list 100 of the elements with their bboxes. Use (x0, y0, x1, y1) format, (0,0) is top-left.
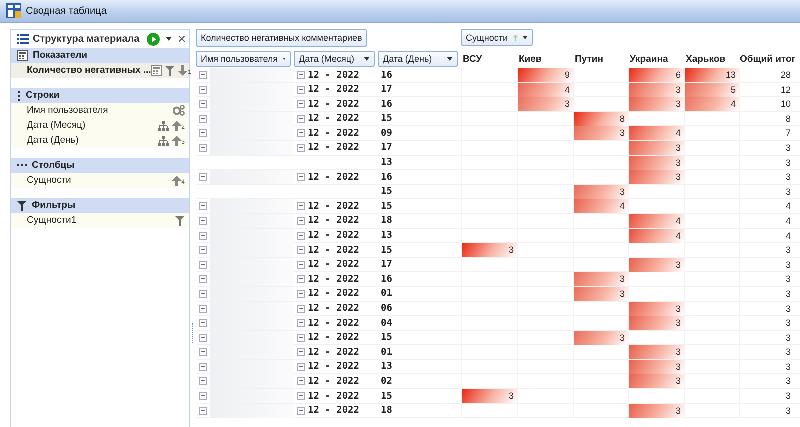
day-cell: 17 (381, 259, 392, 270)
day-cell: 15 (381, 113, 392, 124)
month-cell: 12 - 2022 (308, 405, 360, 416)
row-field-button[interactable]: Имя пользователя (196, 51, 291, 67)
collapse-icon[interactable] (199, 232, 207, 240)
row-field-button[interactable]: Дата (Месяц) (294, 51, 375, 67)
collapse-icon[interactable] (199, 348, 207, 356)
filter-icon[interactable] (165, 66, 176, 76)
total-cell-text: 3 (786, 375, 792, 388)
heat-cell: 3 (518, 97, 573, 112)
list-icon (17, 34, 29, 44)
collapse-icon[interactable] (297, 71, 305, 79)
collapse-icon[interactable] (199, 304, 207, 312)
collapse-icon[interactable] (199, 173, 207, 182)
heat-cell: 8 (574, 112, 628, 126)
collapse-icon[interactable] (199, 319, 207, 328)
heat-cell: 3 (462, 389, 517, 404)
row-field-button[interactable]: Дата (День) (378, 51, 458, 67)
caret-icon (447, 57, 453, 61)
down-arrow-icon[interactable] (178, 65, 188, 76)
month-cell: 12 - 2022 (308, 98, 360, 110)
heat-cell: 3 (629, 82, 684, 97)
day-cell: 17 (381, 84, 392, 96)
total-cell-text: 8 (786, 112, 792, 126)
day-cell: 17 (381, 142, 392, 154)
heat-cell: 4 (629, 228, 684, 243)
collapse-icon[interactable] (297, 275, 305, 284)
collapse-icon[interactable] (199, 86, 207, 94)
month-cell: 12 - 2022 (308, 346, 360, 358)
collapse-icon[interactable] (297, 406, 305, 415)
collapse-icon[interactable] (199, 216, 207, 225)
hierarchy-icon[interactable] (158, 120, 169, 130)
collapse-icon[interactable] (297, 173, 305, 182)
collapse-icon[interactable] (199, 144, 207, 152)
collapse-icon[interactable] (199, 129, 207, 138)
collapse-icon[interactable] (297, 392, 305, 400)
collapse-icon[interactable] (199, 377, 207, 386)
collapse-icon[interactable] (199, 71, 207, 79)
collapse-icon[interactable] (199, 362, 207, 371)
collapse-icon[interactable] (199, 100, 207, 108)
collapse-icon[interactable] (199, 260, 207, 269)
calculator-icon[interactable] (151, 65, 162, 76)
collapse-icon[interactable] (297, 260, 305, 269)
collapse-icon[interactable] (297, 304, 305, 312)
total-cell-text: 3 (786, 244, 792, 258)
collapse-icon[interactable] (297, 246, 305, 254)
collapse-icon[interactable] (297, 319, 305, 328)
collapse-icon[interactable] (297, 377, 305, 386)
collapse-icon[interactable] (199, 246, 207, 254)
caret-icon[interactable] (166, 37, 172, 41)
splitter-handle[interactable] (192, 323, 193, 343)
hierarchy-icon[interactable] (158, 136, 169, 146)
field-item[interactable]: Имя пользователя (11, 103, 189, 118)
heat-cell: 3 (629, 97, 684, 112)
play-icon[interactable] (147, 32, 160, 46)
collapse-icon[interactable] (297, 348, 305, 356)
month-cell: 12 - 2022 (308, 84, 360, 96)
up-arrow-icon[interactable] (172, 120, 182, 130)
total-cell-text: 3 (786, 390, 792, 404)
month-cell: 12 - 2022 (308, 274, 360, 285)
collapse-icon[interactable] (297, 86, 305, 94)
up-arrow-icon[interactable] (172, 176, 182, 186)
section-title: Показатели (33, 50, 88, 61)
collapse-icon[interactable] (199, 202, 207, 210)
collapse-icon[interactable] (297, 202, 305, 210)
collapse-icon[interactable] (199, 392, 207, 400)
collapse-icon[interactable] (297, 114, 305, 123)
collapse-icon[interactable] (297, 334, 305, 342)
column-field-button[interactable]: Сущности (461, 29, 533, 46)
heat-cell: 3 (629, 258, 684, 272)
collapse-icon[interactable] (297, 144, 305, 152)
total-cell-text: 12 (780, 84, 792, 97)
collapse-icon[interactable] (199, 334, 207, 342)
collapse-icon[interactable] (199, 406, 207, 415)
collapse-icon[interactable] (199, 275, 207, 284)
collapse-icon[interactable] (297, 290, 305, 298)
data-field-button[interactable]: Количество негативных комментариев (196, 29, 368, 47)
collapse-icon[interactable] (297, 216, 305, 225)
collapse-icon[interactable] (199, 290, 207, 298)
heat-cell: 3 (629, 404, 684, 418)
collapse-icon[interactable] (297, 232, 305, 240)
column-header: Украина (629, 54, 670, 64)
collapse-icon[interactable] (297, 129, 305, 138)
total-cell-text: 3 (786, 346, 792, 360)
collapse-icon[interactable] (297, 362, 305, 371)
up-arrow-icon[interactable] (172, 136, 182, 146)
day-cell: 18 (381, 215, 392, 226)
collapse-icon[interactable] (297, 100, 305, 108)
section-title: Столбцы (32, 160, 75, 171)
filter-icon[interactable] (175, 216, 185, 226)
total-cell-text: 3 (786, 171, 792, 184)
field-item[interactable]: Сущности1 (11, 213, 189, 228)
heat-cell: 13 (685, 68, 739, 82)
heat-cell: 3 (629, 140, 684, 155)
heat-cell: 3 (462, 243, 517, 258)
collapse-icon[interactable] (199, 114, 207, 123)
gears-icon[interactable] (173, 105, 185, 116)
close-icon[interactable] (179, 36, 185, 42)
month-cell: 12 - 2022 (308, 259, 360, 270)
month-cell: 12 - 2022 (308, 244, 360, 256)
